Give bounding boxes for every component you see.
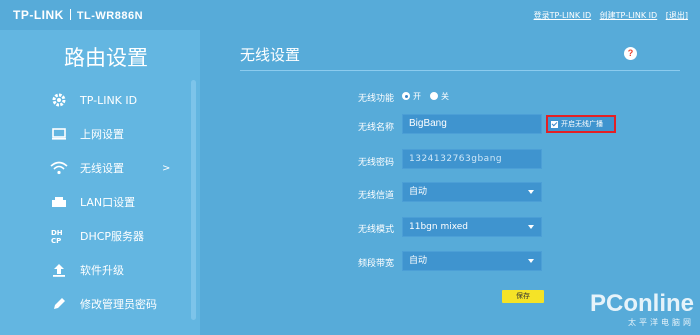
help-icon[interactable]: ?: [624, 47, 637, 60]
save-button[interactable]: 保存: [502, 290, 544, 303]
logout-link[interactable]: [退出]: [666, 11, 688, 20]
chevron-down-icon: [528, 190, 534, 194]
wireless-on-radio[interactable]: [402, 92, 410, 100]
bandwidth-label: 频段带宽: [357, 259, 394, 269]
mode-select[interactable]: 11bgn mixed: [402, 217, 542, 237]
chevron-down-icon: [528, 225, 534, 229]
watermark-logo: PConline: [590, 290, 695, 317]
title-divider: [240, 70, 680, 71]
wifi-icon: [50, 159, 68, 177]
sidebar-item-internet[interactable]: 上网设置: [0, 117, 190, 151]
logo-divider: [69, 9, 71, 20]
broadcast-label: 开启无线广播: [561, 120, 603, 128]
sidebar-item-lan[interactable]: LAN口设置: [0, 185, 190, 219]
ssid-input[interactable]: BigBang: [402, 114, 542, 134]
pencil-icon: [50, 295, 68, 313]
mode-label: 无线模式: [357, 225, 394, 235]
wireless-on-label: 开: [413, 92, 421, 101]
sidebar-item-label: 修改管理员密码: [80, 298, 157, 311]
dhcp-icon: DH CP: [50, 227, 68, 245]
sidebar-item-label: LAN口设置: [80, 196, 136, 209]
broadcast-checkbox[interactable]: [551, 120, 558, 128]
sidebar-item-label: TP-LINK ID: [80, 93, 138, 107]
chevron-right-icon: >: [162, 162, 171, 174]
sidebar-item-tplink-id[interactable]: TP-LINK ID: [0, 83, 190, 117]
brand-logo: TP-LINK TL-WR886N: [13, 8, 143, 22]
ssid-label: 无线名称: [357, 123, 394, 133]
wireless-off-label: 关: [441, 92, 449, 101]
sidebar-item-upgrade[interactable]: 软件升级: [0, 253, 190, 287]
account-links: 登录TP-LINK ID 创建TP-LINK ID [退出]: [528, 10, 688, 21]
svg-text:CP: CP: [51, 237, 61, 245]
mode-value: 11bgn mixed: [409, 222, 469, 232]
sidebar-item-label: DHCP服务器: [80, 230, 145, 243]
bandwidth-value: 自动: [409, 256, 428, 266]
bandwidth-select[interactable]: 自动: [402, 251, 542, 271]
model-name: TL-WR886N: [76, 10, 144, 22]
sidebar-item-wireless[interactable]: 无线设置 >: [0, 151, 190, 185]
top-bar: TP-LINK TL-WR886N 登录TP-LINK ID 创建TP-LINK …: [0, 0, 700, 30]
channel-label: 无线信道: [357, 191, 394, 201]
sidebar-scrollbar[interactable]: [191, 80, 196, 320]
chevron-down-icon: [528, 259, 534, 263]
lan-port-icon: [50, 193, 68, 211]
sidebar-item-dhcp[interactable]: DH CP DHCP服务器: [0, 219, 190, 253]
logo-text: TP-LINK: [13, 8, 64, 22]
sidebar-item-label: 软件升级: [80, 264, 124, 277]
wireless-function-label: 无线功能: [357, 94, 394, 104]
monitor-icon: [50, 125, 68, 143]
upload-arrow-icon: [50, 261, 68, 279]
sidebar-item-admin-password[interactable]: 修改管理员密码: [0, 287, 190, 321]
password-label: 无线密码: [357, 158, 394, 168]
watermark-subtitle: 太平洋电脑网: [628, 318, 695, 327]
broadcast-checkbox-group[interactable]: 开启无线广播: [546, 115, 616, 133]
gear-icon: [50, 91, 68, 109]
sidebar: 路由设置 TP-LINK ID 上网设置 无线设置 > LAN口设置 DH CP …: [0, 30, 200, 335]
password-input[interactable]: 1324132763gbang: [402, 149, 542, 169]
svg-text:DH: DH: [51, 229, 63, 237]
channel-select[interactable]: 自动: [402, 182, 542, 202]
page-title: 无线设置: [240, 46, 301, 64]
login-tplink-id-link[interactable]: 登录TP-LINK ID: [534, 11, 592, 20]
watermark: PConline 太平洋电脑网: [590, 292, 694, 328]
create-tplink-id-link[interactable]: 创建TP-LINK ID: [600, 11, 658, 20]
channel-value: 自动: [409, 187, 428, 197]
sidebar-item-label: 上网设置: [80, 128, 124, 141]
wireless-off-radio[interactable]: [430, 92, 438, 100]
sidebar-title: 路由设置: [64, 46, 148, 70]
sidebar-item-label: 无线设置: [80, 162, 124, 175]
